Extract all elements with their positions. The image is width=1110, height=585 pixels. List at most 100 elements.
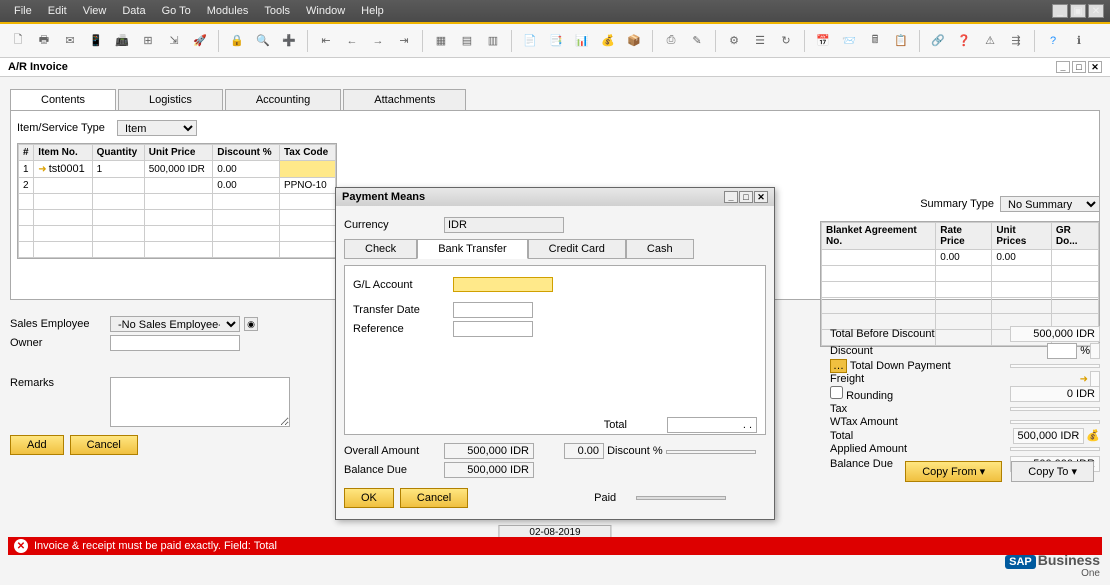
- next-icon[interactable]: →: [368, 31, 388, 51]
- sort-icon[interactable]: ▥: [483, 31, 503, 51]
- workflow-icon[interactable]: ⇶: [1006, 31, 1026, 51]
- menu-help[interactable]: Help: [353, 5, 392, 17]
- add-icon[interactable]: ➕: [279, 31, 299, 51]
- tab-logistics[interactable]: Logistics: [118, 89, 223, 110]
- form-icon[interactable]: ☰: [750, 31, 770, 51]
- volume-icon[interactable]: 📦: [624, 31, 644, 51]
- copy-to-button[interactable]: Copy To ▾: [1011, 461, 1094, 482]
- help-icon[interactable]: ?: [1043, 31, 1063, 51]
- discount-pct-input[interactable]: [1047, 343, 1077, 359]
- discount-val-box[interactable]: 0.00: [564, 443, 604, 459]
- modal-min-icon[interactable]: _: [724, 191, 738, 203]
- balance-value: 500,000 IDR: [444, 462, 534, 478]
- lbl-total: Total: [830, 430, 853, 442]
- overall-label: Overall Amount: [344, 445, 444, 457]
- rounding-checkbox[interactable]: [830, 386, 843, 399]
- export-icon[interactable]: ⇲: [164, 31, 184, 51]
- modal-max-icon[interactable]: □: [739, 191, 753, 203]
- tasks-icon[interactable]: 📋: [891, 31, 911, 51]
- tab-cash[interactable]: Cash: [626, 239, 694, 259]
- target-doc-icon[interactable]: 📑: [546, 31, 566, 51]
- menu-modules[interactable]: Modules: [199, 5, 257, 17]
- minimize-icon[interactable]: _: [1052, 4, 1068, 18]
- query-icon[interactable]: ❓: [954, 31, 974, 51]
- inner-max-icon[interactable]: □: [1072, 61, 1086, 73]
- base-doc-icon[interactable]: 📄: [520, 31, 540, 51]
- menu-tools[interactable]: Tools: [256, 5, 298, 17]
- freight-link-icon[interactable]: ➜: [1080, 374, 1088, 385]
- find-icon[interactable]: 🔍: [253, 31, 273, 51]
- inner-close-icon[interactable]: ✕: [1088, 61, 1102, 73]
- menu-edit[interactable]: Edit: [40, 5, 75, 17]
- link-icon[interactable]: 🔗: [928, 31, 948, 51]
- reference-input[interactable]: [453, 321, 533, 337]
- layout-icon[interactable]: ⎙: [661, 31, 681, 51]
- gl-account-input[interactable]: [453, 277, 553, 292]
- last-icon[interactable]: ⇥: [394, 31, 414, 51]
- messages-icon[interactable]: 📨: [839, 31, 859, 51]
- view-icon[interactable]: ▦: [431, 31, 451, 51]
- refresh-icon[interactable]: ↻: [776, 31, 796, 51]
- translate-icon[interactable]: ✎: [687, 31, 707, 51]
- val-freight: [1090, 371, 1100, 387]
- gross-profit-icon[interactable]: 📊: [572, 31, 592, 51]
- transfer-date-input[interactable]: [453, 302, 533, 318]
- remarks-input[interactable]: [110, 377, 290, 427]
- launch-icon[interactable]: 🚀: [190, 31, 210, 51]
- coin-icon[interactable]: 💰: [1086, 430, 1100, 442]
- calculator-icon[interactable]: 🖩: [865, 31, 885, 51]
- context-help-icon[interactable]: ℹ: [1069, 31, 1089, 51]
- menu-view[interactable]: View: [75, 5, 115, 17]
- val-total: 500,000 IDR: [1013, 428, 1085, 444]
- lbl-balance: Balance Due: [830, 458, 893, 470]
- close-icon[interactable]: ✕: [1088, 4, 1104, 18]
- preview-icon[interactable]: 🗋: [8, 31, 28, 51]
- alert-icon[interactable]: ⚠: [980, 31, 1000, 51]
- payment-means-dialog: Payment Means _ □ ✕ Currency Check Bank …: [335, 187, 775, 520]
- cancel-button[interactable]: Cancel: [70, 435, 138, 455]
- sms-icon[interactable]: 📱: [86, 31, 106, 51]
- print-icon[interactable]: 🖶: [34, 31, 54, 51]
- link-arrow-icon[interactable]: ➜: [38, 164, 46, 175]
- inner-min-icon[interactable]: _: [1056, 61, 1070, 73]
- payment-icon[interactable]: 💰: [598, 31, 618, 51]
- tab-contents[interactable]: Contents: [10, 89, 116, 110]
- modal-ok-button[interactable]: OK: [344, 488, 394, 508]
- items-table[interactable]: #Item No.QuantityUnit PriceDiscount %Tax…: [18, 144, 336, 258]
- menu-window[interactable]: Window: [298, 5, 353, 17]
- settings-icon[interactable]: ⚙: [724, 31, 744, 51]
- tab-accounting[interactable]: Accounting: [225, 89, 341, 110]
- prev-icon[interactable]: ←: [342, 31, 362, 51]
- menu-file[interactable]: File: [6, 5, 40, 17]
- filter-icon[interactable]: ▤: [457, 31, 477, 51]
- fax-icon[interactable]: 📠: [112, 31, 132, 51]
- status-message: Invoice & receipt must be paid exactly. …: [34, 540, 277, 552]
- add-button[interactable]: Add: [10, 435, 64, 455]
- tab-check[interactable]: Check: [344, 239, 417, 259]
- modal-total-label: Total: [604, 419, 627, 431]
- owner-input[interactable]: [110, 335, 240, 351]
- calendar-icon[interactable]: 📅: [813, 31, 833, 51]
- status-bar: ✕ Invoice & receipt must be paid exactly…: [8, 537, 1102, 555]
- menu-data[interactable]: Data: [114, 5, 153, 17]
- menu-goto[interactable]: Go To: [154, 5, 199, 17]
- summary-type-select[interactable]: No Summary: [1000, 196, 1100, 212]
- tab-attachments[interactable]: Attachments: [343, 89, 466, 110]
- sales-emp-browse-icon[interactable]: ◉: [244, 317, 258, 331]
- lock-icon[interactable]: 🔒: [227, 31, 247, 51]
- email-icon[interactable]: ✉: [60, 31, 80, 51]
- export-excel-icon[interactable]: ⊞: [138, 31, 158, 51]
- copy-from-button[interactable]: Copy From ▾: [905, 461, 1002, 482]
- modal-close-icon[interactable]: ✕: [754, 191, 768, 203]
- modal-cancel-button[interactable]: Cancel: [400, 488, 468, 508]
- sales-employee-select[interactable]: -No Sales Employee-: [110, 316, 240, 332]
- item-service-type-select[interactable]: Item: [117, 120, 197, 136]
- tab-credit-card[interactable]: Credit Card: [528, 239, 626, 259]
- tab-bank-transfer[interactable]: Bank Transfer: [417, 239, 527, 259]
- sales-employee-label: Sales Employee: [10, 318, 110, 330]
- restore-icon[interactable]: ▣: [1070, 4, 1086, 18]
- item-service-type-label: Item/Service Type: [17, 122, 117, 134]
- dp-browse-icon[interactable]: …: [830, 359, 847, 373]
- owner-label: Owner: [10, 337, 110, 349]
- first-icon[interactable]: ⇤: [316, 31, 336, 51]
